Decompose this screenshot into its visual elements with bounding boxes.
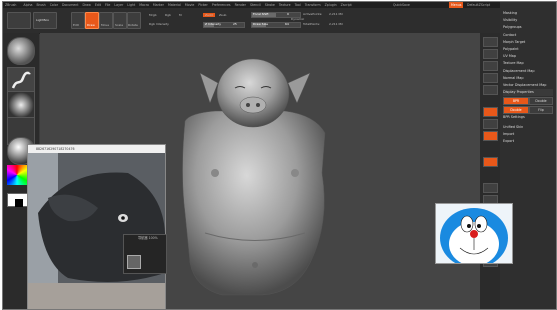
dynamic-button[interactable]: Dynamic — [291, 17, 304, 21]
tool-subpalette-texture-map[interactable]: Texture Map — [503, 60, 553, 67]
focal-shift-label: Focal Shift — [253, 12, 269, 16]
projection-master-button[interactable] — [7, 12, 31, 29]
mrgb-toggle[interactable]: Mrgb — [149, 13, 157, 17]
export-item[interactable]: Export — [503, 138, 553, 145]
double-toggle[interactable]: Double — [529, 97, 553, 105]
draw-size-label: Draw Size — [253, 22, 268, 26]
zoom-button[interactable] — [483, 73, 498, 83]
local-button[interactable] — [483, 131, 498, 141]
unified-skin-item[interactable]: Unified Skin — [503, 124, 553, 131]
floor-button[interactable] — [483, 119, 498, 129]
bpr-toggle[interactable]: BPR — [503, 97, 529, 105]
draw-label: Draw — [87, 23, 95, 27]
zsub-toggle[interactable]: Zsub — [219, 13, 226, 17]
spix-button[interactable] — [483, 49, 498, 59]
rgb-intensity-label: Rgb Intensity — [149, 22, 169, 26]
brush-thumbnail[interactable] — [7, 37, 35, 65]
double-sided-toggle[interactable]: Double — [503, 106, 529, 114]
scroll-button[interactable] — [483, 61, 498, 71]
rgb-toggle[interactable]: Rgb — [165, 13, 171, 17]
move-button[interactable]: Move — [99, 12, 113, 29]
reference-pig-photo — [28, 153, 165, 309]
alpha-thumbnail[interactable] — [7, 91, 35, 119]
rotate-button[interactable]: Rotate — [127, 12, 141, 29]
focal-shift-value: 0 — [287, 12, 289, 16]
m-toggle[interactable]: M — [179, 13, 182, 17]
navigator-thumbnail[interactable] — [127, 255, 141, 269]
move-label: Move — [101, 23, 110, 27]
z-intensity-value: 25 — [233, 22, 237, 26]
actual-button[interactable] — [483, 85, 498, 95]
persp-button[interactable] — [483, 107, 498, 117]
scale-label: Scale — [115, 23, 124, 27]
flip-toggle[interactable]: Flip — [529, 106, 553, 114]
tool-subpalette-displacement-map[interactable]: Displacement Map — [503, 68, 553, 75]
right-shelf — [480, 33, 500, 309]
draw-size-value: 64 — [285, 22, 289, 26]
bpr-button[interactable] — [483, 37, 498, 47]
tool-subpalette-masking[interactable]: Masking — [503, 10, 553, 17]
top-toolbar: LightBox Edit Draw Move Scale Rotate Mrg… — [3, 8, 556, 34]
tool-subpalette-uv-map[interactable]: UV Map — [503, 53, 553, 60]
total-points-label: TotalPoints: — [303, 22, 321, 26]
navigator-title: 导航器 100% — [138, 236, 158, 240]
secondary-color-swatch[interactable] — [15, 199, 23, 207]
tool-subpalette-polypaint[interactable]: Polypaint — [503, 46, 553, 53]
color-picker[interactable] — [7, 165, 27, 185]
zadd-toggle[interactable]: Zadd — [203, 13, 215, 17]
total-points-value: 2,211 Mil — [329, 22, 343, 26]
tool-subpalette-display-properties[interactable]: Display Properties — [503, 89, 553, 97]
import-item[interactable]: Import — [503, 131, 553, 138]
tool-subpalette-morph-target[interactable]: Morph Target — [503, 39, 553, 46]
scale-button[interactable]: Scale — [113, 12, 127, 29]
bpr-settings-item[interactable]: BPR Settings — [503, 114, 553, 121]
doraemon-image — [435, 203, 513, 264]
rotate-label: Rotate — [128, 23, 138, 27]
tool-subpalette-normal-map[interactable]: Normal Map — [503, 75, 553, 82]
zbrush-window: ZBrush Alpha Brush Color Document Draw Edit Fi… — [2, 1, 557, 310]
active-points-value: 2,211 Mil — [329, 12, 343, 16]
navigator-window[interactable]: 导航器 100% — [123, 234, 167, 274]
tool-subpalette-vector-displacement-map[interactable]: Vector Displacement Map — [503, 82, 553, 89]
xyz-button[interactable] — [483, 157, 498, 167]
reference-image-window[interactable]: 8826716290718270476 — [27, 144, 166, 309]
tool-subpalette-polygroups[interactable]: Polygroups — [503, 24, 553, 31]
tool-subpalette-visibility[interactable]: Visibility — [503, 17, 553, 24]
doraemon-face — [436, 204, 512, 263]
lightbox-button[interactable]: LightBox — [33, 12, 57, 29]
edit-label: Edit — [73, 23, 79, 27]
frame-button[interactable] — [483, 183, 498, 193]
draw-button[interactable]: Draw — [85, 12, 99, 29]
edit-button[interactable]: Edit — [71, 12, 85, 29]
tool-subpalette-contact[interactable]: Contact — [503, 32, 553, 39]
active-points-label: ActivePoints: — [303, 12, 323, 16]
z-intensity-label: Z Intensity — [205, 22, 222, 26]
lightbox-label: LightBox — [36, 18, 50, 22]
reference-window-title: 8826716290718270476 — [28, 145, 165, 153]
